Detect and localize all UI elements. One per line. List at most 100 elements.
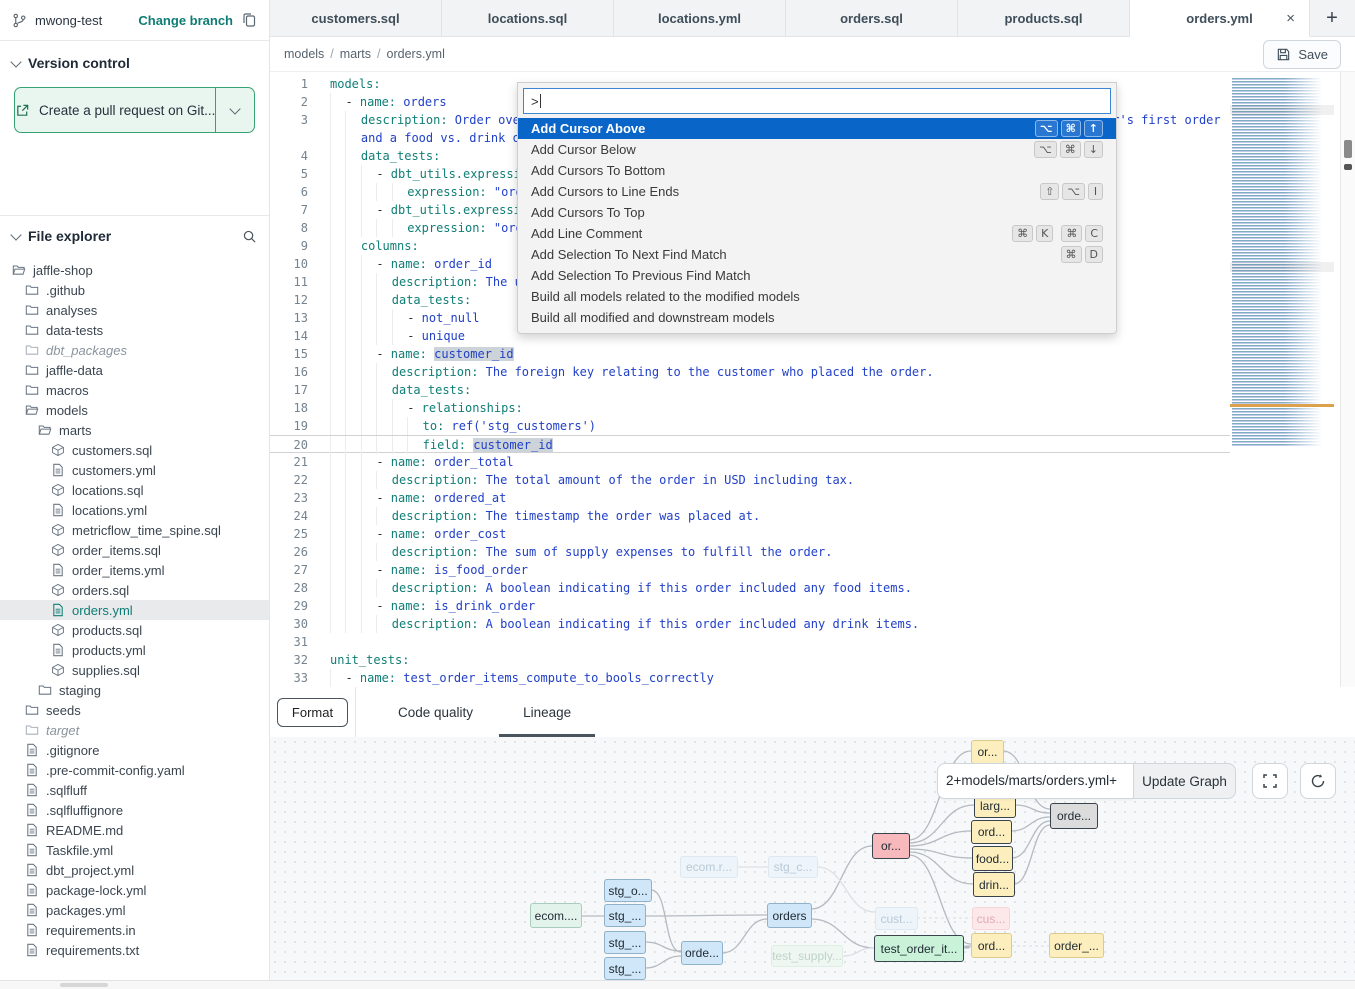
tab-locations.yml[interactable]: locations.yml [614, 0, 786, 36]
lineage-node[interactable]: stg_... [604, 957, 646, 980]
command-item[interactable]: Add Cursors To Bottom [518, 160, 1116, 181]
new-tab-button[interactable]: + [1310, 0, 1354, 36]
tree-item-staging[interactable]: staging [0, 680, 269, 700]
create-pr-caret-button[interactable] [216, 88, 254, 132]
tree-item-products-yml[interactable]: products.yml [0, 640, 269, 660]
editor-scrollbar[interactable] [1340, 72, 1355, 687]
tab-orders.yml[interactable]: orders.yml× [1130, 0, 1310, 37]
tree-item-marts[interactable]: marts [0, 420, 269, 440]
tree-item-target[interactable]: target [0, 720, 269, 740]
tree-item-package-lock-yml[interactable]: package-lock.yml [0, 880, 269, 900]
lineage-node[interactable]: stg_... [604, 931, 646, 954]
save-button[interactable]: Save [1263, 40, 1341, 69]
tab-orders.sql[interactable]: orders.sql [786, 0, 958, 36]
command-item[interactable]: Add Cursors to Line Ends⇧⌥I [518, 181, 1116, 202]
tree-item-dbt-project-yml[interactable]: dbt_project.yml [0, 860, 269, 880]
lineage-node[interactable]: ecom.r... [680, 856, 738, 878]
command-item[interactable]: Add Line Comment⌘K⌘C [518, 223, 1116, 244]
lineage-node[interactable]: or... [971, 740, 1004, 764]
lineage-node[interactable]: ecom.... [530, 903, 582, 928]
lineage-node[interactable]: stg_... [604, 904, 646, 927]
tree-item-jaffle-shop[interactable]: jaffle-shop [0, 260, 269, 280]
tree-item-metricflow-time-spine-sql[interactable]: metricflow_time_spine.sql [0, 520, 269, 540]
lineage-node[interactable]: drin... [973, 872, 1015, 897]
lineage-node[interactable]: orde... [1050, 803, 1098, 829]
command-item[interactable]: Add Cursors To Top [518, 202, 1116, 223]
bottom-scrollbar[interactable] [0, 980, 1355, 989]
search-icon[interactable] [242, 229, 257, 244]
tree-item--github[interactable]: .github [0, 280, 269, 300]
file-explorer-header[interactable]: File explorer [0, 216, 269, 252]
lineage-filter-input[interactable]: 2+models/marts/orders.yml+ [937, 763, 1133, 799]
command-item[interactable]: Add Cursor Below⌥⌘↓ [518, 139, 1116, 160]
lineage-canvas[interactable]: ecom....stg_o...stg_...stg_...stg_...ord… [270, 737, 1355, 980]
tab-locations.sql[interactable]: locations.sql [442, 0, 614, 36]
tab-customers.sql[interactable]: customers.sql [270, 0, 442, 36]
scrollbar-thumb[interactable] [60, 983, 108, 987]
tree-item-packages-yml[interactable]: packages.yml [0, 900, 269, 920]
panel-tab-code-quality[interactable]: Code quality [386, 687, 485, 737]
lineage-node[interactable]: stg_c... [768, 856, 818, 878]
tree-item--gitignore[interactable]: .gitignore [0, 740, 269, 760]
lineage-node[interactable]: stg_o... [604, 879, 652, 902]
command-item[interactable]: Build all models related to the modified… [518, 286, 1116, 307]
tree-item-orders-yml[interactable]: orders.yml [0, 600, 269, 620]
tree-item-supplies-sql[interactable]: supplies.sql [0, 660, 269, 680]
tree-item-taskfile-yml[interactable]: Taskfile.yml [0, 840, 269, 860]
lineage-node[interactable]: ord... [971, 820, 1012, 844]
command-palette-input[interactable]: > [523, 88, 1111, 114]
version-control-header[interactable]: Version control [0, 41, 269, 79]
lineage-node[interactable]: order_... [1049, 933, 1104, 958]
tree-item-order-items-sql[interactable]: order_items.sql [0, 540, 269, 560]
create-pr-button[interactable]: Create a pull request on Git... [15, 88, 216, 132]
tree-item--pre-commit-config-yaml[interactable]: .pre-commit-config.yaml [0, 760, 269, 780]
tree-item-requirements-in[interactable]: requirements.in [0, 920, 269, 940]
refresh-button[interactable] [1300, 763, 1336, 799]
tree-item-dbt-packages[interactable]: dbt_packages [0, 340, 269, 360]
close-tab-icon[interactable]: × [1286, 10, 1295, 27]
command-item[interactable]: Add Selection To Previous Find Match [518, 265, 1116, 286]
tree-item-locations-yml[interactable]: locations.yml [0, 500, 269, 520]
tab-products.sql[interactable]: products.sql [958, 0, 1130, 36]
lineage-node[interactable]: ord... [971, 933, 1012, 958]
command-item[interactable]: Add Cursor Above⌥⌘↑ [518, 118, 1116, 139]
panel-tab-lineage[interactable]: Lineage [511, 687, 583, 737]
lineage-node[interactable]: orde... [681, 941, 723, 965]
breadcrumb-part[interactable]: marts [340, 47, 371, 61]
lineage-node[interactable]: or... [872, 833, 910, 859]
lineage-node[interactable]: orders [767, 903, 812, 928]
copy-icon[interactable] [241, 12, 257, 28]
tree-item-products-sql[interactable]: products.sql [0, 620, 269, 640]
lineage-node[interactable]: test_supply... [771, 945, 843, 967]
update-graph-button[interactable]: Update Graph [1133, 763, 1236, 799]
tree-item-seeds[interactable]: seeds [0, 700, 269, 720]
tree-item-readme-md[interactable]: README.md [0, 820, 269, 840]
tree-item-models[interactable]: models [0, 400, 269, 420]
tree-item--sqlfluffignore[interactable]: .sqlfluffignore [0, 800, 269, 820]
change-branch-link[interactable]: Change branch [138, 13, 233, 28]
lineage-node[interactable]: cus... [972, 907, 1010, 930]
tree-item-customers-yml[interactable]: customers.yml [0, 460, 269, 480]
tree-item--sqlfluff[interactable]: .sqlfluff [0, 780, 269, 800]
tree-item-requirements-txt[interactable]: requirements.txt [0, 940, 269, 960]
scrollbar-thumb[interactable] [1344, 140, 1352, 158]
minimap[interactable] [1232, 78, 1332, 446]
tree-item-customers-sql[interactable]: customers.sql [0, 440, 269, 460]
tree-item-analyses[interactable]: analyses [0, 300, 269, 320]
lineage-node[interactable]: food... [972, 846, 1013, 871]
tree-item-locations-sql[interactable]: locations.sql [0, 480, 269, 500]
format-button[interactable]: Format [277, 698, 348, 727]
command-item[interactable]: Build all modified and downstream models [518, 307, 1116, 328]
breadcrumb-part[interactable]: orders.yml [387, 47, 445, 61]
command-item[interactable]: Add Selection To Next Find Match⌘D [518, 244, 1116, 265]
lineage-node[interactable]: test_order_it... [874, 935, 964, 962]
code-editor[interactable]: 1models:2- name: orders3description: Ord… [270, 72, 1355, 687]
breadcrumb-part[interactable]: models [284, 47, 324, 61]
tree-item-jaffle-data[interactable]: jaffle-data [0, 360, 269, 380]
tree-item-macros[interactable]: macros [0, 380, 269, 400]
lineage-node[interactable]: cust... [875, 907, 918, 930]
fullscreen-button[interactable] [1252, 763, 1288, 799]
tree-item-data-tests[interactable]: data-tests [0, 320, 269, 340]
tree-item-order-items-yml[interactable]: order_items.yml [0, 560, 269, 580]
tree-item-orders-sql[interactable]: orders.sql [0, 580, 269, 600]
